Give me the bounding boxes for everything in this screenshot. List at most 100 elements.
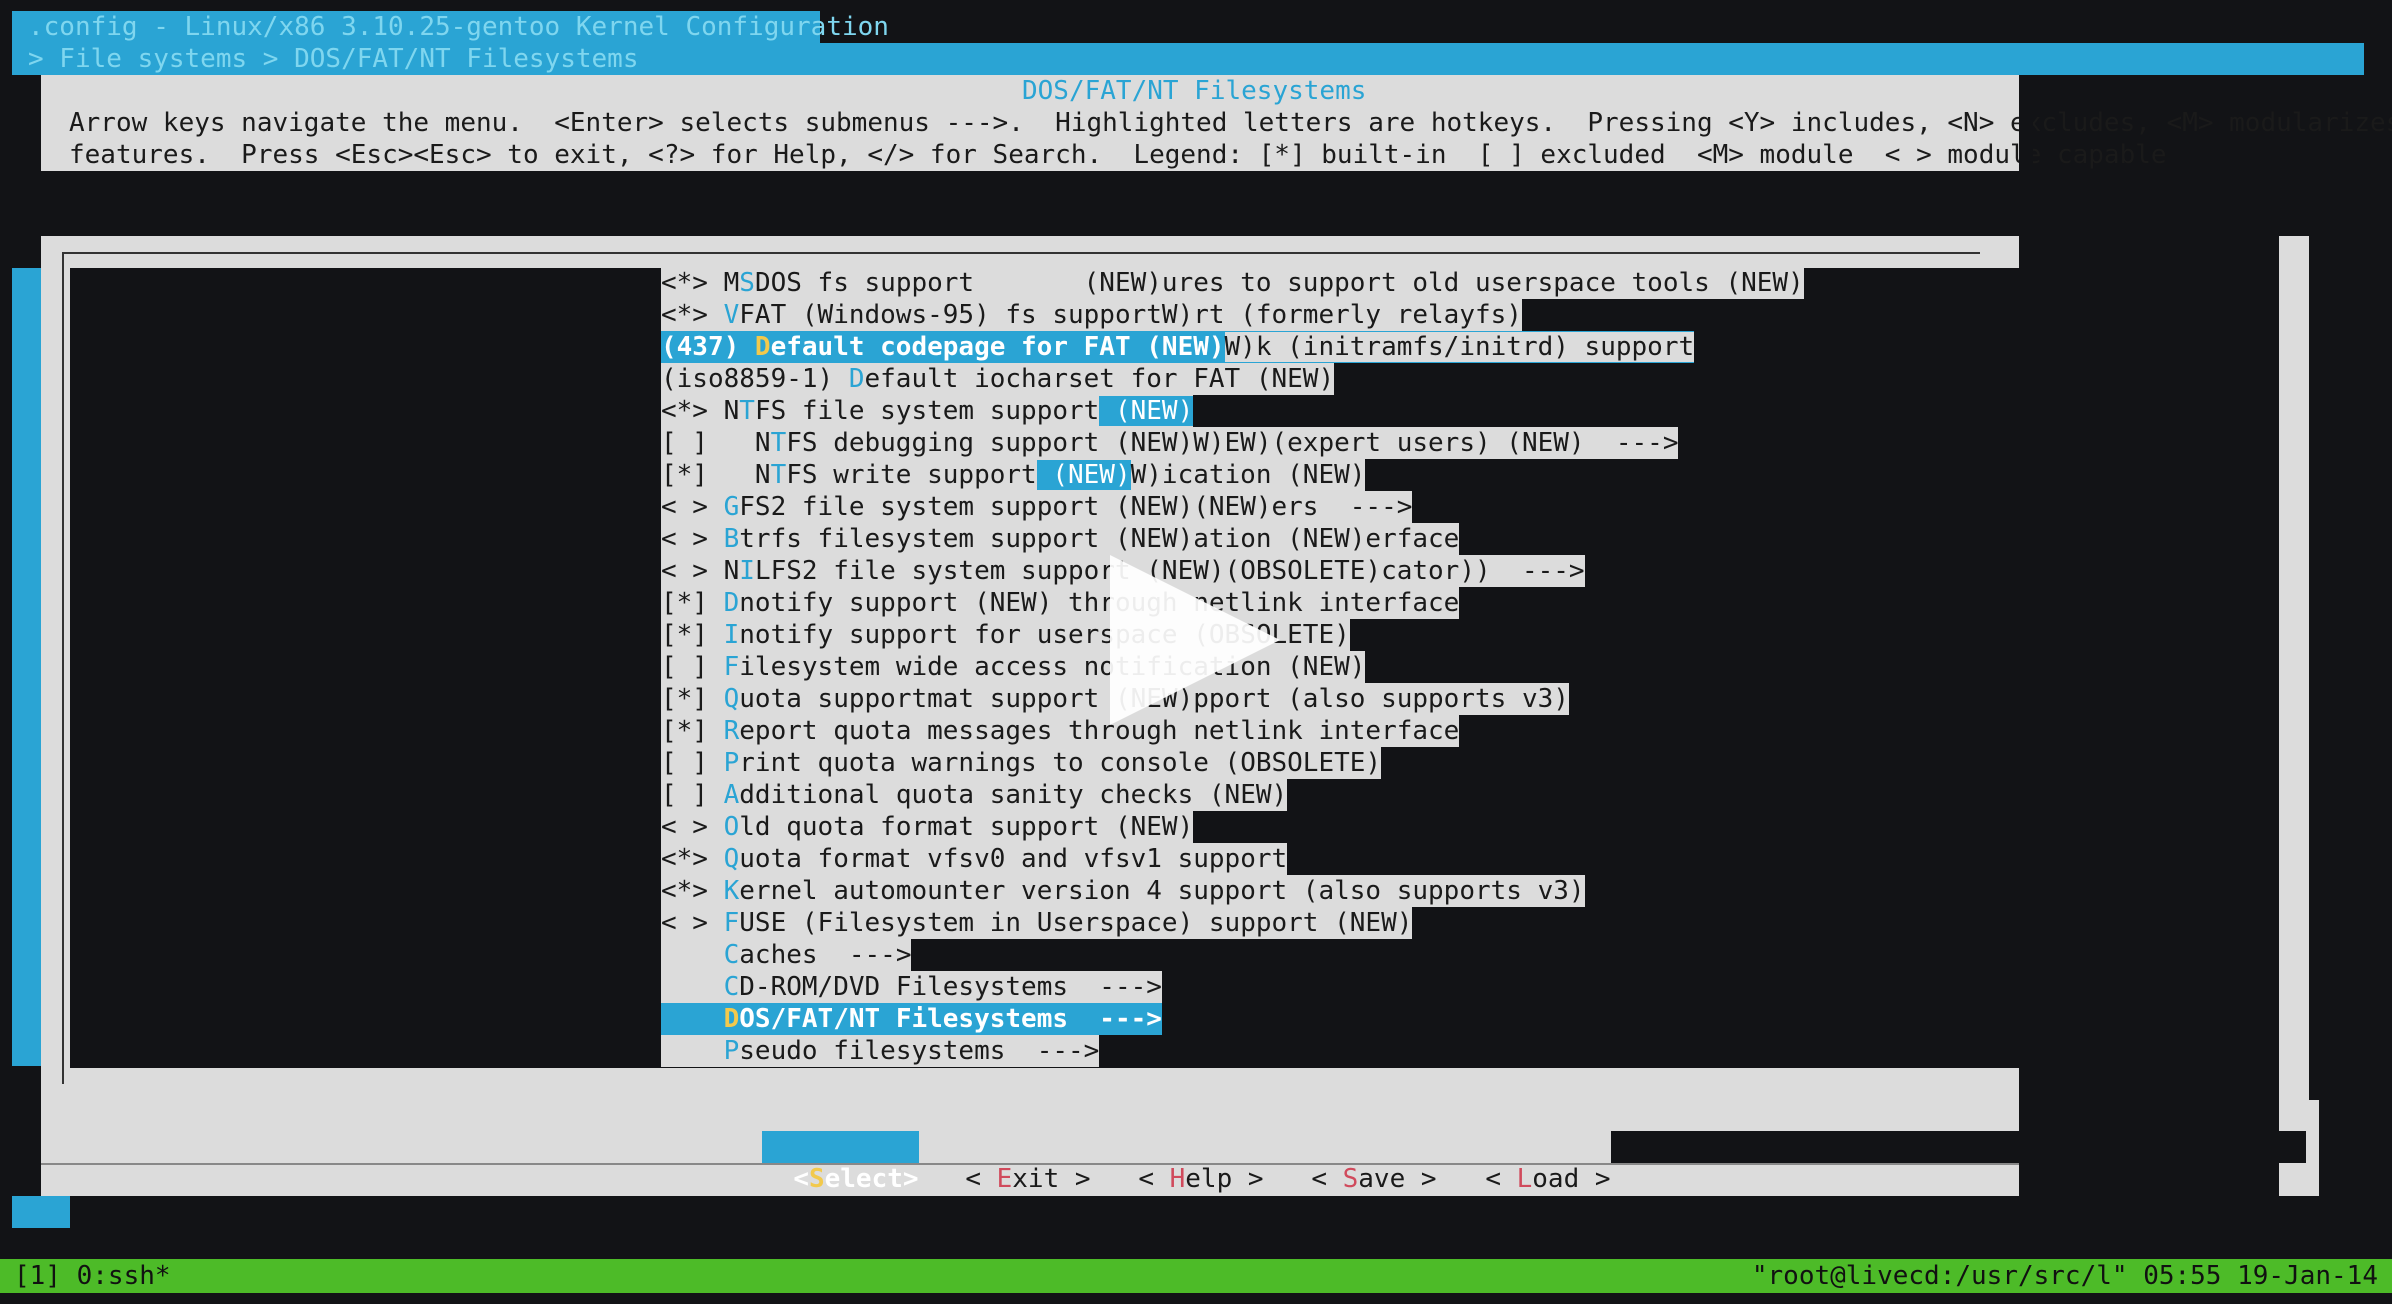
menu-item[interactable]: [ ] NTFS debugging support (NEW)W)EW)(ex… (661, 427, 1679, 459)
menu-item-text: FAT (Windows-95) fs supportW)rt (formerl… (739, 300, 1522, 330)
left-edge-tab (12, 1196, 70, 1228)
menu-item-text: [ ] (661, 748, 724, 778)
status-window-list: [1] 0:ssh* (14, 1261, 171, 1291)
menu-item-text: uota format vfsv0 and vfsv1 support (739, 844, 1288, 874)
menu-item-text: < > (661, 908, 724, 938)
status-host-time: "root@livecd:/usr/src/l" 05:55 19-Jan-14 (1751, 1261, 2378, 1291)
menu-item-hotkey: T (739, 396, 755, 426)
help-text-line-2: features. Press <Esc><Esc> to exit, <?> … (69, 140, 2167, 170)
menu-item-hotkey: A (723, 780, 740, 810)
menu-item-text: eport quota messages through netlink int… (739, 716, 1460, 746)
menu-item[interactable]: CD-ROM/DVD Filesystems ---> (661, 971, 1162, 1003)
menu-item-text: < > (661, 492, 724, 522)
menu-item-text: W)k (initramfs/initrd) support (1224, 332, 1695, 362)
menu-item-hotkey: G (723, 492, 740, 522)
menu-item[interactable]: [ ] Additional quota sanity checks (NEW) (661, 779, 1288, 811)
menu-item-hotkey: P (723, 748, 740, 778)
menu-item-text: FS file system support (754, 396, 1100, 426)
menu-item-text: USE (Filesystem in Userspace) support (N… (739, 908, 1413, 938)
menu-item[interactable]: [*] Dnotify support (NEW) through netlin… (661, 587, 1460, 619)
menu-item-text: W)ication (NEW) (1130, 460, 1366, 490)
menu-dialog-shadow-lower (2333, 1100, 2367, 1132)
menu-item-text: [*] (661, 684, 724, 714)
menu-item-hotkey: F (723, 908, 740, 938)
menu-item-text: < > (661, 812, 724, 842)
menu-item-hotkey: P (723, 1036, 740, 1066)
menu-item[interactable]: < > GFS2 file system support (NEW)(NEW)e… (661, 491, 1413, 523)
menu-item[interactable]: Pseudo filesystems ---> (661, 1035, 1100, 1067)
menu-item-new-highlight: (NEW) (1036, 460, 1131, 490)
menu-item-hotkey: I (723, 620, 740, 650)
menu-item-text: D-ROM/DVD Filesystems ---> (739, 972, 1162, 1002)
menu-item-text: [ ] (661, 652, 724, 682)
menu-item-hotkey: C (723, 940, 740, 970)
menu-item-hotkey: Q (723, 844, 740, 874)
menu-item-hotkey: V (723, 300, 740, 330)
menu-item-hotkey: O (723, 812, 740, 842)
help-panel-shadow (2019, 107, 2033, 233)
menu-item-new-highlight: (NEW) (1099, 396, 1194, 426)
menu-item[interactable]: (437) Default codepage for FAT (NEW)W)k … (661, 331, 1695, 363)
breadcrumb: > File systems > DOS/FAT/NT Filesystems (28, 44, 639, 74)
menu-item[interactable]: [ ] Print quota warnings to console (OBS… (661, 747, 1382, 779)
menu-item-text: FS write support (786, 460, 1037, 490)
menu-item-text: ld quota format support (NEW) (739, 812, 1194, 842)
menu-item[interactable]: Caches ---> (661, 939, 912, 971)
exit-button[interactable]: < Exit > (934, 1131, 1091, 1194)
menu-item[interactable]: <*> NTFS file system support (NEW) (661, 395, 1194, 427)
menu-item-hotkey: D (848, 364, 865, 394)
menu-item[interactable]: < > FUSE (Filesystem in Userspace) suppo… (661, 907, 1413, 939)
load-button[interactable]: < Load > (1454, 1131, 1611, 1194)
menu-item[interactable]: DOS/FAT/NT Filesystems ---> (661, 1003, 1162, 1035)
menu-item-hotkey: D (754, 332, 771, 362)
menu-item-text: <*> (661, 300, 724, 330)
menu-item-text: OS/FAT/NT Filesystems ---> (739, 1004, 1162, 1034)
menu-item-hotkey: D (723, 588, 740, 618)
menu-item[interactable]: [*] Report quota messages through netlin… (661, 715, 1460, 747)
menu-item[interactable]: <*> MSDOS fs support (NEW)ures to suppor… (661, 267, 1804, 299)
button-bar-right (1570, 1131, 2306, 1163)
menu-item-hotkey: B (723, 524, 740, 554)
menu-item[interactable]: < > Btrfs filesystem support (NEW)ation … (661, 523, 1460, 555)
help-button[interactable]: < Help > (1107, 1131, 1264, 1194)
menu-item-text: trfs filesystem support (NEW)ation (NEW)… (739, 524, 1460, 554)
menu-item-text: dditional quota sanity checks (NEW) (739, 780, 1288, 810)
play-icon[interactable] (1110, 555, 1280, 725)
save-button[interactable]: < Save > (1280, 1131, 1437, 1194)
menu-item-text: <*> N (661, 396, 740, 426)
menu-item[interactable]: <*> Quota format vfsv0 and vfsv1 support (661, 843, 1288, 875)
menu-item-text: < > N (661, 556, 740, 586)
help-text-line-1: Arrow keys navigate the menu. <Enter> se… (69, 108, 2392, 138)
menu-item-text: [*] (661, 588, 724, 618)
menu-item-hotkey: Q (723, 684, 740, 714)
select-button[interactable]: <Select> (762, 1131, 919, 1194)
menu-item-text: <*> M (661, 268, 740, 298)
menu-item-text: FS2 file system support (NEW)(NEW)ers --… (739, 492, 1413, 522)
menu-item-text: [*] (661, 716, 724, 746)
menu-item[interactable]: [*] NTFS write support (NEW)W)ication (N… (661, 459, 1366, 491)
menu-item-hotkey: K (723, 876, 740, 906)
menu-item-text: [ ] N (661, 428, 771, 458)
menu-item[interactable]: (iso8859-1) Default iocharset for FAT (N… (661, 363, 1335, 395)
menu-item-text: aches ---> (739, 940, 912, 970)
menu-item-hotkey: T (770, 428, 787, 458)
menu-item-hotkey: D (723, 1004, 740, 1034)
dialog-title: DOS/FAT/NT Filesystems (1022, 76, 1367, 106)
menu-item[interactable]: < > Old quota format support (NEW) (661, 811, 1194, 843)
menu-item-text: [ ] (661, 780, 724, 810)
menu-item[interactable]: <*> VFAT (Windows-95) fs supportW)rt (fo… (661, 299, 1522, 331)
menu-item-text (661, 1004, 724, 1034)
menu-item-text: efault iocharset for FAT (NEW) (864, 364, 1335, 394)
menu-item-hotkey: C (723, 972, 740, 1002)
menu-item-hotkey: I (739, 556, 755, 586)
menu-item-hotkey: F (723, 652, 740, 682)
menu-item-text: (iso8859-1) (661, 364, 849, 394)
menu-item[interactable]: <*> Kernel automounter version 4 support… (661, 875, 1585, 907)
menu-frame-left (62, 252, 64, 1084)
menu-item-hotkey: R (723, 716, 740, 746)
menu-item-text: < > (661, 524, 724, 554)
menu-item-text: ernel automounter version 4 support (als… (739, 876, 1585, 906)
menu-item-text: FS debugging support (NEW)W)EW)(expert u… (786, 428, 1679, 458)
menu-item-hotkey: S (739, 268, 755, 298)
menu-item-text: seudo filesystems ---> (739, 1036, 1100, 1066)
